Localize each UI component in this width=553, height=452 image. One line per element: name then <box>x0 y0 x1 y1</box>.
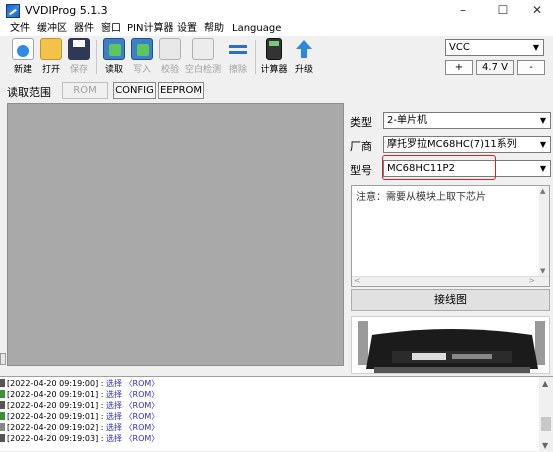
range-config-button[interactable]: CONFIG <box>113 82 156 99</box>
new-file-icon <box>12 38 34 60</box>
save-button[interactable]: 保存 <box>66 38 92 75</box>
log-panel[interactable]: [2022-04-20 09:19:00] : 选择 〈ROM〉 [2022-0… <box>0 376 553 452</box>
chevron-down-icon: ▼ <box>536 113 550 128</box>
chevron-down-icon: ▼ <box>536 137 550 152</box>
wiring-diagram-button[interactable]: 接线图 <box>351 289 550 311</box>
new-button[interactable]: 新建 <box>10 38 36 75</box>
window-title: VVDIProg 5.1.3 <box>25 4 108 17</box>
upgrade-button[interactable]: 升级 <box>291 38 317 75</box>
log-entry: [2022-04-20 09:19:02] : 选择 〈ROM〉 <box>7 423 160 432</box>
range-rom-button[interactable]: ROM <box>62 82 108 99</box>
read-button[interactable]: 读取 <box>101 38 127 75</box>
menu-pin-calculator[interactable]: PIN计算器 <box>127 22 173 36</box>
menu-help[interactable]: 帮助 <box>204 22 224 36</box>
save-disk-icon <box>68 38 90 60</box>
log-entry: [2022-04-20 09:19:01] : 选择 〈ROM〉 <box>7 401 160 410</box>
log-entry: [2022-04-20 09:19:01] : 选择 〈ROM〉 <box>7 412 160 421</box>
calculator-button[interactable]: 计算器 <box>259 38 289 75</box>
toolbar-separator <box>255 40 256 74</box>
menu-language[interactable]: Language <box>232 22 281 36</box>
menu-bar: 文件 缓冲区 器件 窗口 PIN计算器 设置 帮助 Language <box>0 22 553 36</box>
model-label: 型号 <box>350 164 372 177</box>
verify-icon <box>159 38 181 60</box>
note-box: 注意：需要从模块上取下芯片 ▲ ▼ < > <box>351 185 550 287</box>
vendor-label: 厂商 <box>350 140 372 153</box>
close-button[interactable]: ✕ <box>519 0 553 22</box>
device-panel: 类型 2-单片机 ▼ 厂商 摩托罗拉MC68HC(7)11系列 ▼ 型号 MC6… <box>345 103 553 375</box>
menu-window[interactable]: 窗口 <box>101 22 121 36</box>
chevron-down-icon: ▼ <box>529 40 543 55</box>
chip-adapter-image <box>351 316 550 374</box>
log-entry: [2022-04-20 09:19:00] : 选择 〈ROM〉 <box>7 379 160 388</box>
note-hscrollbar[interactable]: < > <box>352 276 549 286</box>
scroll-up-icon[interactable]: ▲ <box>542 379 548 388</box>
erase-icon <box>227 38 249 60</box>
menu-settings[interactable]: 设置 <box>177 22 197 36</box>
log-entry: [2022-04-20 09:19:01] : 选择 〈ROM〉 <box>7 390 160 399</box>
read-range-label: 读取范围 <box>7 86 51 99</box>
maximize-button[interactable]: ☐ <box>485 0 521 22</box>
note-scrollbar[interactable]: ▲ ▼ <box>539 186 549 286</box>
voltage-plus-button[interactable]: + <box>445 60 473 75</box>
menu-file[interactable]: 文件 <box>10 22 30 36</box>
open-folder-icon <box>40 38 62 60</box>
log-scrollbar[interactable]: ▲ ▼ <box>539 377 553 452</box>
erase-button[interactable]: 擦除 <box>225 38 251 75</box>
blank-check-button[interactable]: 空白检测 <box>185 38 221 75</box>
toolbar-separator <box>96 40 97 74</box>
read-chip-icon <box>103 38 125 60</box>
read-range-bar: 读取范围 ROM CONFIG EEPROM <box>0 80 553 102</box>
toolbar: 新建 打开 保存 读取 写入 校验 空白检测 擦除 计算器 升级 VCC ▼ +… <box>0 36 553 80</box>
verify-button[interactable]: 校验 <box>157 38 183 75</box>
voltage-value: 4.7 V <box>476 60 514 75</box>
splitter-handle[interactable] <box>0 353 6 365</box>
chevron-down-icon: ▼ <box>536 161 550 176</box>
log-entry: [2022-04-20 09:19:03] : 选择 〈ROM〉 <box>7 434 160 443</box>
type-label: 类型 <box>350 116 372 129</box>
open-button[interactable]: 打开 <box>38 38 64 75</box>
scroll-thumb[interactable] <box>541 417 551 431</box>
write-button[interactable]: 写入 <box>129 38 155 75</box>
vendor-select[interactable]: 摩托罗拉MC68HC(7)11系列 ▼ <box>383 136 551 153</box>
minimize-button[interactable]: – <box>445 0 481 22</box>
calculator-icon <box>266 38 282 60</box>
voltage-minus-button[interactable]: - <box>517 60 545 75</box>
model-highlight-box <box>382 155 496 180</box>
upgrade-arrow-icon <box>293 38 315 60</box>
range-eeprom-button[interactable]: EEPROM <box>158 82 204 99</box>
menu-buffer[interactable]: 缓冲区 <box>37 22 67 36</box>
title-bar: VVDIProg 5.1.3 – ☐ ✕ <box>0 0 553 22</box>
menu-device[interactable]: 器件 <box>74 22 94 36</box>
app-logo-icon <box>6 4 20 18</box>
blank-check-icon <box>192 38 214 60</box>
type-select[interactable]: 2-单片机 ▼ <box>383 112 551 129</box>
write-chip-icon <box>131 38 153 60</box>
scroll-down-icon[interactable]: ▼ <box>542 441 548 450</box>
buffer-view[interactable] <box>7 103 344 366</box>
log-left-gutter <box>0 377 5 452</box>
power-select[interactable]: VCC ▼ <box>445 39 544 56</box>
